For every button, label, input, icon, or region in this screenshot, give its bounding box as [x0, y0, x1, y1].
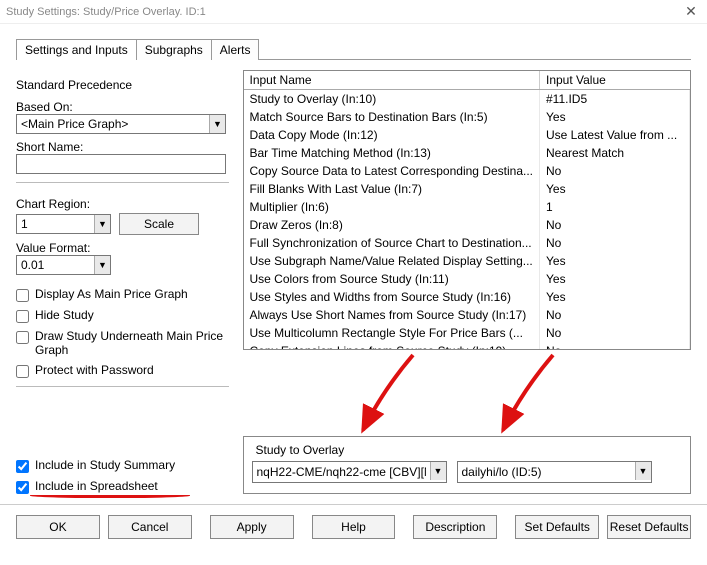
based-on-label: Based On: — [16, 100, 229, 114]
cancel-button[interactable]: Cancel — [108, 515, 192, 539]
tab-settings-inputs[interactable]: Settings and Inputs — [16, 39, 137, 60]
tab-strip: Settings and Inputs Subgraphs Alerts — [16, 38, 707, 59]
table-row[interactable]: Draw Zeros (In:8)No — [244, 216, 691, 234]
include-summary-label: Include in Study Summary — [35, 458, 175, 472]
input-value-cell: Yes — [540, 252, 690, 270]
table-row[interactable]: Use Colors from Source Study (In:11)Yes — [244, 270, 691, 288]
input-name-cell: Use Styles and Widths from Source Study … — [244, 288, 541, 306]
scale-button[interactable]: Scale — [119, 213, 199, 235]
grid-header-name: Input Name — [244, 71, 541, 89]
right-panel: Input Name Input Value Study to Overlay … — [243, 70, 692, 494]
input-name-cell: Bar Time Matching Method (In:13) — [244, 144, 541, 162]
window-title: Study Settings: Study/Price Overlay. ID:… — [6, 6, 681, 18]
help-button[interactable]: Help — [312, 515, 396, 539]
input-name-cell: Copy Extension Lines from Source Study (… — [244, 342, 541, 350]
protect-password-checkbox[interactable] — [16, 365, 29, 378]
protect-password-label: Protect with Password — [35, 363, 154, 377]
input-value-cell: 1 — [540, 198, 690, 216]
grid-header: Input Name Input Value — [244, 71, 691, 90]
table-row[interactable]: Bar Time Matching Method (In:13)Nearest … — [244, 144, 691, 162]
input-name-cell: Copy Source Data to Latest Corresponding… — [244, 162, 541, 180]
input-value-cell: Yes — [540, 108, 690, 126]
based-on-select[interactable] — [16, 114, 226, 134]
table-row[interactable]: Study to Overlay (In:10)#11.ID5 — [244, 90, 691, 108]
close-icon[interactable]: ✕ — [681, 3, 701, 20]
input-value-cell: No — [540, 342, 690, 350]
input-value-cell: No — [540, 216, 690, 234]
input-name-cell: Always Use Short Names from Source Study… — [244, 306, 541, 324]
chart-region-label: Chart Region: — [16, 197, 229, 211]
table-row[interactable]: Copy Source Data to Latest Corresponding… — [244, 162, 691, 180]
table-row[interactable]: Copy Extension Lines from Source Study (… — [244, 342, 691, 350]
display-as-main-label: Display As Main Price Graph — [35, 287, 188, 301]
input-name-cell: Study to Overlay (In:10) — [244, 90, 541, 108]
input-value-cell: Yes — [540, 288, 690, 306]
input-value-cell: Yes — [540, 180, 690, 198]
chart-region-select[interactable] — [16, 214, 111, 234]
standard-precedence-label: Standard Precedence — [16, 78, 229, 92]
apply-button[interactable]: Apply — [210, 515, 294, 539]
table-row[interactable]: Use Styles and Widths from Source Study … — [244, 288, 691, 306]
input-value-cell: No — [540, 324, 690, 342]
include-summary-checkbox[interactable] — [16, 460, 29, 473]
input-name-cell: Draw Zeros (In:8) — [244, 216, 541, 234]
input-value-cell: Use Latest Value from ... — [540, 126, 690, 144]
input-value-cell: Nearest Match — [540, 144, 690, 162]
study-to-overlay-panel: Study to Overlay ▼ ▼ — [243, 436, 692, 494]
description-button[interactable]: Description — [413, 515, 497, 539]
grid-header-value: Input Value — [540, 71, 690, 89]
input-name-cell: Use Colors from Source Study (In:11) — [244, 270, 541, 288]
overlay-chart-combo[interactable] — [252, 461, 447, 483]
display-as-main-checkbox[interactable] — [16, 289, 29, 302]
title-bar: Study Settings: Study/Price Overlay. ID:… — [0, 0, 707, 24]
left-panel: Standard Precedence Based On: ▼ Short Na… — [16, 70, 229, 494]
input-value-cell: #11.ID5 — [540, 90, 690, 108]
input-value-cell: No — [540, 306, 690, 324]
include-spreadsheet-label: Include in Spreadsheet — [35, 479, 158, 493]
draw-underneath-checkbox[interactable] — [16, 331, 29, 344]
hide-study-checkbox[interactable] — [16, 310, 29, 323]
short-name-label: Short Name: — [16, 140, 229, 154]
hide-study-label: Hide Study — [35, 308, 94, 322]
inputs-grid[interactable]: Input Name Input Value Study to Overlay … — [243, 70, 692, 350]
table-row[interactable]: Fill Blanks With Last Value (In:7)Yes — [244, 180, 691, 198]
table-row[interactable]: Full Synchronization of Source Chart to … — [244, 234, 691, 252]
input-name-cell: Use Multicolumn Rectangle Style For Pric… — [244, 324, 541, 342]
tab-alerts[interactable]: Alerts — [211, 39, 260, 60]
reset-defaults-button[interactable]: Reset Defaults — [607, 515, 691, 539]
input-name-cell: Match Source Bars to Destination Bars (I… — [244, 108, 541, 126]
input-name-cell: Fill Blanks With Last Value (In:7) — [244, 180, 541, 198]
input-name-cell: Use Subgraph Name/Value Related Display … — [244, 252, 541, 270]
input-name-cell: Multiplier (In:6) — [244, 198, 541, 216]
value-format-label: Value Format: — [16, 241, 229, 255]
table-row[interactable]: Use Subgraph Name/Value Related Display … — [244, 252, 691, 270]
include-spreadsheet-checkbox[interactable] — [16, 481, 29, 494]
value-format-select[interactable] — [16, 255, 111, 275]
draw-underneath-label: Draw Study Underneath Main Price Graph — [35, 329, 229, 357]
table-row[interactable]: Always Use Short Names from Source Study… — [244, 306, 691, 324]
input-value-cell: No — [540, 234, 690, 252]
table-row[interactable]: Data Copy Mode (In:12)Use Latest Value f… — [244, 126, 691, 144]
input-name-cell: Data Copy Mode (In:12) — [244, 126, 541, 144]
footer-buttons: OK Cancel Apply Help Description Set Def… — [0, 504, 707, 549]
input-value-cell: No — [540, 162, 690, 180]
tab-subgraphs[interactable]: Subgraphs — [136, 39, 212, 60]
input-name-cell: Full Synchronization of Source Chart to … — [244, 234, 541, 252]
short-name-input[interactable] — [16, 154, 226, 174]
set-defaults-button[interactable]: Set Defaults — [515, 515, 599, 539]
overlay-study-combo[interactable] — [457, 461, 652, 483]
study-to-overlay-label: Study to Overlay — [252, 443, 683, 457]
table-row[interactable]: Multiplier (In:6)1 — [244, 198, 691, 216]
input-value-cell: Yes — [540, 270, 690, 288]
ok-button[interactable]: OK — [16, 515, 100, 539]
table-row[interactable]: Match Source Bars to Destination Bars (I… — [244, 108, 691, 126]
table-row[interactable]: Use Multicolumn Rectangle Style For Pric… — [244, 324, 691, 342]
